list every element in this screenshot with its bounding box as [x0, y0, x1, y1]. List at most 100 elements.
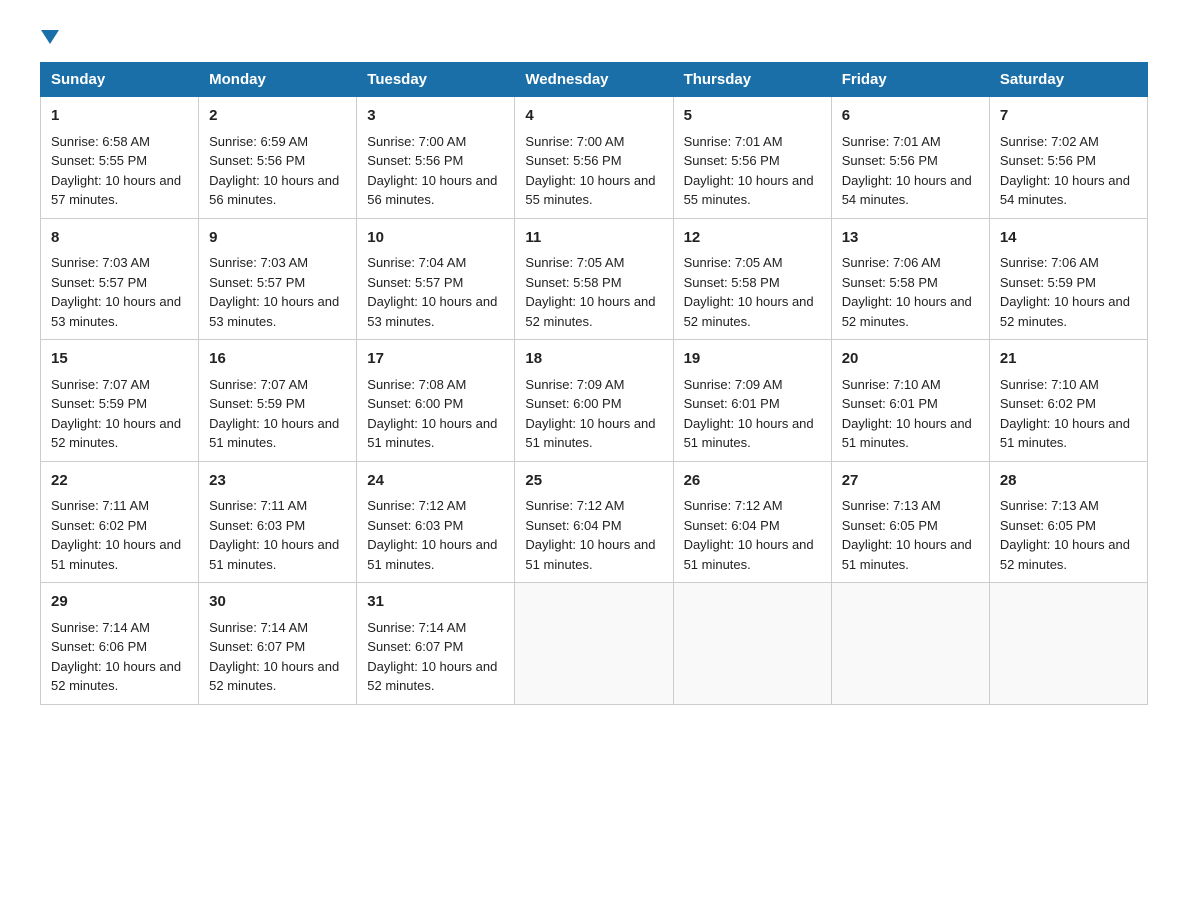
day-number: 19 — [684, 348, 821, 371]
daylight-text: Daylight: 10 hours and 52 minutes. — [684, 292, 821, 331]
daylight-text: Daylight: 10 hours and 51 minutes. — [842, 535, 979, 574]
day-number: 3 — [367, 105, 504, 128]
sunset-text: Sunset: 6:07 PM — [367, 637, 504, 657]
calendar-cell: 8Sunrise: 7:03 AMSunset: 5:57 PMDaylight… — [41, 218, 199, 340]
calendar-cell: 26Sunrise: 7:12 AMSunset: 6:04 PMDayligh… — [673, 461, 831, 583]
sunrise-text: Sunrise: 7:04 AM — [367, 253, 504, 273]
sunrise-text: Sunrise: 7:00 AM — [367, 132, 504, 152]
calendar-cell: 19Sunrise: 7:09 AMSunset: 6:01 PMDayligh… — [673, 340, 831, 462]
day-number: 31 — [367, 591, 504, 614]
day-number: 13 — [842, 227, 979, 250]
sunset-text: Sunset: 5:56 PM — [842, 151, 979, 171]
day-number: 11 — [525, 227, 662, 250]
daylight-text: Daylight: 10 hours and 51 minutes. — [684, 414, 821, 453]
daylight-text: Daylight: 10 hours and 51 minutes. — [525, 414, 662, 453]
calendar-cell: 29Sunrise: 7:14 AMSunset: 6:06 PMDayligh… — [41, 583, 199, 705]
calendar-cell — [831, 583, 989, 705]
calendar-cell: 9Sunrise: 7:03 AMSunset: 5:57 PMDaylight… — [199, 218, 357, 340]
header-day-wednesday: Wednesday — [515, 63, 673, 97]
day-number: 7 — [1000, 105, 1137, 128]
sunset-text: Sunset: 5:56 PM — [209, 151, 346, 171]
week-row-5: 29Sunrise: 7:14 AMSunset: 6:06 PMDayligh… — [41, 583, 1148, 705]
calendar-cell: 7Sunrise: 7:02 AMSunset: 5:56 PMDaylight… — [989, 97, 1147, 219]
day-number: 28 — [1000, 470, 1137, 493]
sunrise-text: Sunrise: 7:01 AM — [842, 132, 979, 152]
day-number: 5 — [684, 105, 821, 128]
sunrise-text: Sunrise: 7:06 AM — [1000, 253, 1137, 273]
daylight-text: Daylight: 10 hours and 51 minutes. — [525, 535, 662, 574]
sunset-text: Sunset: 5:58 PM — [842, 273, 979, 293]
sunrise-text: Sunrise: 7:01 AM — [684, 132, 821, 152]
sunrise-text: Sunrise: 7:14 AM — [51, 618, 188, 638]
day-number: 14 — [1000, 227, 1137, 250]
sunrise-text: Sunrise: 7:00 AM — [525, 132, 662, 152]
daylight-text: Daylight: 10 hours and 52 minutes. — [1000, 292, 1137, 331]
sunset-text: Sunset: 6:06 PM — [51, 637, 188, 657]
calendar-cell: 31Sunrise: 7:14 AMSunset: 6:07 PMDayligh… — [357, 583, 515, 705]
sunrise-text: Sunrise: 7:07 AM — [209, 375, 346, 395]
sunrise-text: Sunrise: 7:14 AM — [367, 618, 504, 638]
sunset-text: Sunset: 6:01 PM — [684, 394, 821, 414]
daylight-text: Daylight: 10 hours and 53 minutes. — [51, 292, 188, 331]
calendar-cell: 12Sunrise: 7:05 AMSunset: 5:58 PMDayligh… — [673, 218, 831, 340]
sunrise-text: Sunrise: 7:12 AM — [525, 496, 662, 516]
day-number: 27 — [842, 470, 979, 493]
calendar-body: 1Sunrise: 6:58 AMSunset: 5:55 PMDaylight… — [41, 97, 1148, 705]
sunset-text: Sunset: 6:00 PM — [525, 394, 662, 414]
sunset-text: Sunset: 6:03 PM — [367, 516, 504, 536]
sunset-text: Sunset: 6:07 PM — [209, 637, 346, 657]
sunrise-text: Sunrise: 7:14 AM — [209, 618, 346, 638]
sunset-text: Sunset: 6:02 PM — [1000, 394, 1137, 414]
sunrise-text: Sunrise: 7:05 AM — [684, 253, 821, 273]
day-number: 24 — [367, 470, 504, 493]
day-number: 12 — [684, 227, 821, 250]
sunrise-text: Sunrise: 7:12 AM — [367, 496, 504, 516]
calendar-table: SundayMondayTuesdayWednesdayThursdayFrid… — [40, 62, 1148, 705]
calendar-cell: 23Sunrise: 7:11 AMSunset: 6:03 PMDayligh… — [199, 461, 357, 583]
day-number: 8 — [51, 227, 188, 250]
sunset-text: Sunset: 5:58 PM — [525, 273, 662, 293]
daylight-text: Daylight: 10 hours and 56 minutes. — [209, 171, 346, 210]
calendar-cell: 24Sunrise: 7:12 AMSunset: 6:03 PMDayligh… — [357, 461, 515, 583]
daylight-text: Daylight: 10 hours and 54 minutes. — [1000, 171, 1137, 210]
day-number: 30 — [209, 591, 346, 614]
calendar-cell: 5Sunrise: 7:01 AMSunset: 5:56 PMDaylight… — [673, 97, 831, 219]
calendar-cell: 30Sunrise: 7:14 AMSunset: 6:07 PMDayligh… — [199, 583, 357, 705]
calendar-cell: 21Sunrise: 7:10 AMSunset: 6:02 PMDayligh… — [989, 340, 1147, 462]
sunrise-text: Sunrise: 7:06 AM — [842, 253, 979, 273]
sunrise-text: Sunrise: 7:11 AM — [209, 496, 346, 516]
calendar-cell: 4Sunrise: 7:00 AMSunset: 5:56 PMDaylight… — [515, 97, 673, 219]
calendar-cell — [515, 583, 673, 705]
calendar-cell: 18Sunrise: 7:09 AMSunset: 6:00 PMDayligh… — [515, 340, 673, 462]
day-number: 23 — [209, 470, 346, 493]
sunset-text: Sunset: 5:59 PM — [51, 394, 188, 414]
sunrise-text: Sunrise: 6:59 AM — [209, 132, 346, 152]
calendar-cell: 27Sunrise: 7:13 AMSunset: 6:05 PMDayligh… — [831, 461, 989, 583]
week-row-2: 8Sunrise: 7:03 AMSunset: 5:57 PMDaylight… — [41, 218, 1148, 340]
daylight-text: Daylight: 10 hours and 52 minutes. — [842, 292, 979, 331]
sunrise-text: Sunrise: 7:11 AM — [51, 496, 188, 516]
sunrise-text: Sunrise: 7:13 AM — [1000, 496, 1137, 516]
week-row-4: 22Sunrise: 7:11 AMSunset: 6:02 PMDayligh… — [41, 461, 1148, 583]
sunset-text: Sunset: 6:04 PM — [684, 516, 821, 536]
calendar-cell: 28Sunrise: 7:13 AMSunset: 6:05 PMDayligh… — [989, 461, 1147, 583]
sunrise-text: Sunrise: 7:02 AM — [1000, 132, 1137, 152]
calendar-cell: 13 Sunrise: 7:06 AMSunset: 5:58 PMDayligh… — [831, 218, 989, 340]
calendar-cell: 11Sunrise: 7:05 AMSunset: 5:58 PMDayligh… — [515, 218, 673, 340]
daylight-text: Daylight: 10 hours and 51 minutes. — [209, 414, 346, 453]
day-number: 29 — [51, 591, 188, 614]
header-day-monday: Monday — [199, 63, 357, 97]
day-number: 22 — [51, 470, 188, 493]
day-number: 15 — [51, 348, 188, 371]
sunset-text: Sunset: 6:02 PM — [51, 516, 188, 536]
sunset-text: Sunset: 6:01 PM — [842, 394, 979, 414]
header-day-saturday: Saturday — [989, 63, 1147, 97]
calendar-cell: 2Sunrise: 6:59 AMSunset: 5:56 PMDaylight… — [199, 97, 357, 219]
sunset-text: Sunset: 5:57 PM — [51, 273, 188, 293]
calendar-cell — [673, 583, 831, 705]
daylight-text: Daylight: 10 hours and 52 minutes. — [525, 292, 662, 331]
sunrise-text: Sunrise: 7:13 AM — [842, 496, 979, 516]
sunset-text: Sunset: 6:05 PM — [1000, 516, 1137, 536]
day-number: 16 — [209, 348, 346, 371]
sunset-text: Sunset: 5:57 PM — [367, 273, 504, 293]
